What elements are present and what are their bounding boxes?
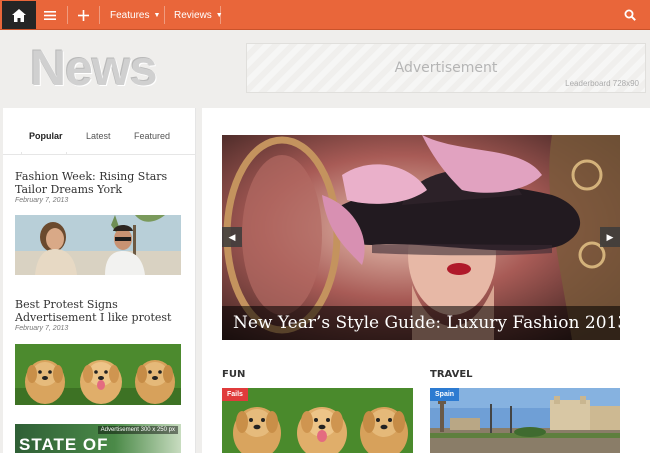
features-menu[interactable]: Features ▼ (110, 0, 160, 30)
chevron-left-icon: ◀ (228, 231, 236, 242)
post-thumbnail[interactable] (15, 344, 181, 405)
search-icon (624, 9, 636, 21)
features-label: Features (110, 9, 150, 21)
divider (164, 6, 165, 24)
section-heading-travel[interactable]: TRAVEL (430, 369, 473, 380)
leaderboard-ad[interactable]: Advertisement Leaderboard 728x90 (246, 43, 646, 93)
active-tab-indicator (21, 152, 67, 155)
ad-title: Advertisement (394, 60, 498, 76)
slide-caption[interactable]: New Year’s Style Guide: Luxury Fashion 2… (222, 306, 620, 340)
reviews-menu[interactable]: Reviews ▼ (174, 0, 223, 30)
post-date: February 7, 2013 (15, 197, 69, 204)
puppies-photo (222, 388, 413, 453)
divider (220, 6, 221, 24)
post-thumbnail[interactable] (15, 215, 181, 275)
menu-button[interactable] (44, 0, 56, 30)
sidebar-ad[interactable]: Advertisement 300 x 250 px STATE OF (15, 424, 181, 453)
chevron-right-icon: ▶ (606, 231, 614, 242)
slider-next-button[interactable]: ▶ (600, 227, 620, 247)
puppies-photo (15, 344, 181, 405)
tab-featured[interactable]: Featured (134, 131, 170, 141)
sidebar-tabs: Popular Latest Featured (3, 108, 196, 155)
divider (99, 6, 100, 24)
fun-article-card[interactable]: Fails (222, 388, 413, 453)
post-title[interactable]: Best Protest Signs Advertisement I like … (15, 298, 187, 324)
hamburger-menu-icon (44, 10, 56, 20)
top-navigation-bar: Features ▼ Reviews ▼ (0, 0, 650, 30)
home-icon (12, 8, 26, 22)
post-date: February 7, 2013 (15, 325, 69, 332)
tab-latest[interactable]: Latest (86, 131, 111, 141)
sidebar-widget: Popular Latest Featured Fashion Week: Ri… (3, 108, 196, 453)
site-logo[interactable]: News (30, 40, 158, 96)
search-button[interactable] (624, 0, 636, 30)
add-button[interactable] (78, 0, 89, 30)
ad-size-badge: Advertisement 300 x 250 px (97, 426, 178, 434)
reviews-label: Reviews (174, 9, 212, 21)
slider-prev-button[interactable]: ◀ (222, 227, 242, 247)
travel-article-card[interactable]: Spain (430, 388, 620, 453)
featured-slider[interactable]: ◀ ▶ New Year’s Style Guide: Luxury Fashi… (222, 135, 620, 340)
chevron-down-icon: ▼ (153, 11, 161, 19)
ad-size-label: Leaderboard 728x90 (565, 79, 639, 88)
category-badge-spain[interactable]: Spain (430, 388, 460, 401)
divider (67, 6, 68, 24)
home-button[interactable] (2, 1, 36, 29)
plus-icon (78, 9, 89, 21)
tab-popular[interactable]: Popular (29, 131, 63, 141)
category-badge-fails[interactable]: Fails (222, 388, 248, 401)
main-content: ◀ ▶ New Year’s Style Guide: Luxury Fashi… (202, 108, 650, 453)
post-title[interactable]: Fashion Week: Rising Stars Tailor Dreams… (15, 170, 187, 196)
section-heading-fun[interactable]: FUN (222, 369, 245, 380)
fashion-couple-photo (15, 215, 181, 275)
ad-text: STATE OF (19, 435, 109, 453)
